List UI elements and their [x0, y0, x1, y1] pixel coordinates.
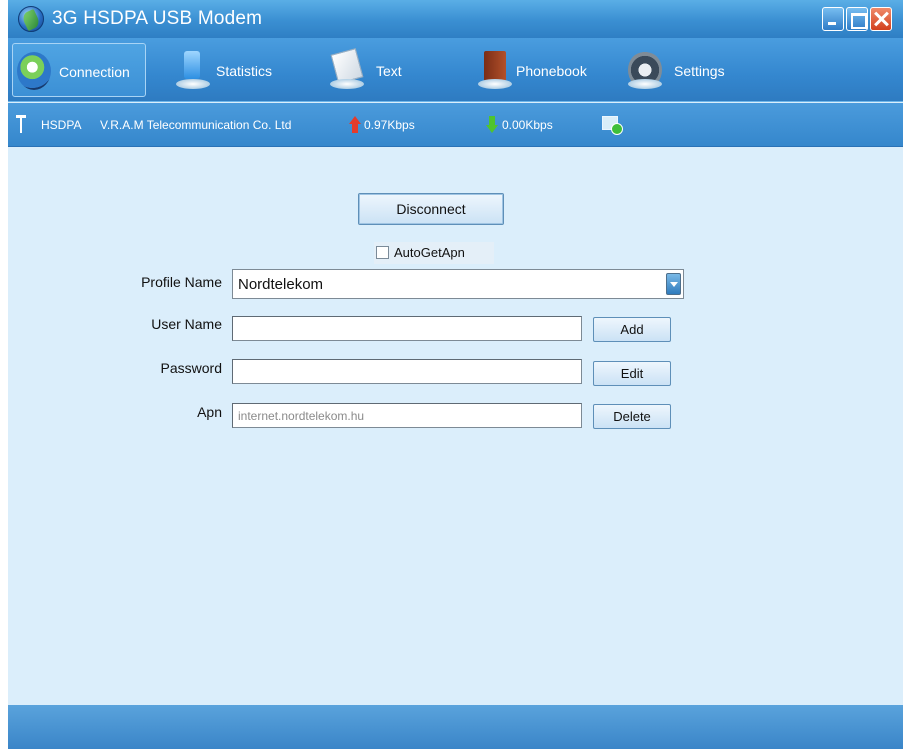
tab-phonebook[interactable]: Phonebook [474, 43, 604, 97]
signal-icon [16, 115, 26, 133]
app-window: 3G HSDPA USB Modem Connection Statistics… [8, 0, 903, 749]
profile-name-value: Nordtelekom [238, 276, 324, 293]
edit-button[interactable]: Edit [593, 361, 671, 386]
profile-name-label: Profile Name [141, 274, 222, 290]
tab-phonebook-label: Phonebook [516, 63, 587, 79]
minimize-button[interactable] [822, 7, 844, 31]
tab-connection-label: Connection [59, 64, 130, 80]
download-arrow-icon [486, 116, 498, 133]
chevron-down-icon[interactable] [666, 273, 681, 295]
upload-arrow-icon [349, 116, 361, 133]
tab-settings-label: Settings [674, 63, 725, 79]
computer-connected-icon [602, 114, 623, 135]
footer-bar [8, 705, 903, 749]
auto-get-apn-checkbox[interactable] [376, 246, 389, 259]
upload-rate: 0.97Kbps [364, 118, 415, 132]
connection-icon [17, 52, 51, 90]
tab-text-label: Text [376, 63, 402, 79]
globe-icon [18, 6, 44, 32]
download-rate: 0.00Kbps [502, 118, 553, 132]
profile-name-select[interactable]: Nordtelekom [232, 269, 684, 299]
main-toolbar: Connection Statistics Text Phonebook Set… [8, 38, 903, 102]
auto-get-apn-option[interactable]: AutoGetApn [374, 242, 494, 264]
user-name-label: User Name [151, 316, 222, 332]
disconnect-button[interactable]: Disconnect [358, 193, 504, 225]
auto-get-apn-label: AutoGetApn [394, 245, 465, 260]
apn-field[interactable] [232, 403, 582, 428]
title-bar[interactable]: 3G HSDPA USB Modem [8, 0, 903, 38]
tab-statistics-label: Statistics [216, 63, 273, 79]
status-bar: HSDPA V.R.A.M Telecommunication Co. Ltd … [8, 103, 903, 147]
settings-icon [628, 51, 662, 89]
add-button[interactable]: Add [593, 317, 671, 342]
user-name-field[interactable] [232, 316, 582, 341]
statistics-icon [176, 51, 210, 89]
tab-connection[interactable]: Connection [12, 43, 146, 97]
operator-name: V.R.A.M Telecommunication Co. Ltd [100, 118, 292, 132]
maximize-button[interactable] [846, 7, 868, 31]
network-type: HSDPA [41, 118, 82, 132]
delete-button[interactable]: Delete [593, 404, 671, 429]
tab-text[interactable]: Text [326, 43, 416, 97]
window-title: 3G HSDPA USB Modem [52, 8, 263, 29]
phonebook-icon [478, 51, 512, 89]
apn-label: Apn [197, 404, 222, 420]
close-button[interactable] [870, 7, 892, 31]
tab-statistics[interactable]: Statistics [172, 43, 292, 97]
password-field[interactable] [232, 359, 582, 384]
connection-panel: Disconnect AutoGetApn Profile Name Nordt… [8, 148, 903, 705]
tab-settings[interactable]: Settings [624, 43, 744, 97]
text-icon [330, 51, 364, 89]
password-label: Password [160, 360, 222, 376]
